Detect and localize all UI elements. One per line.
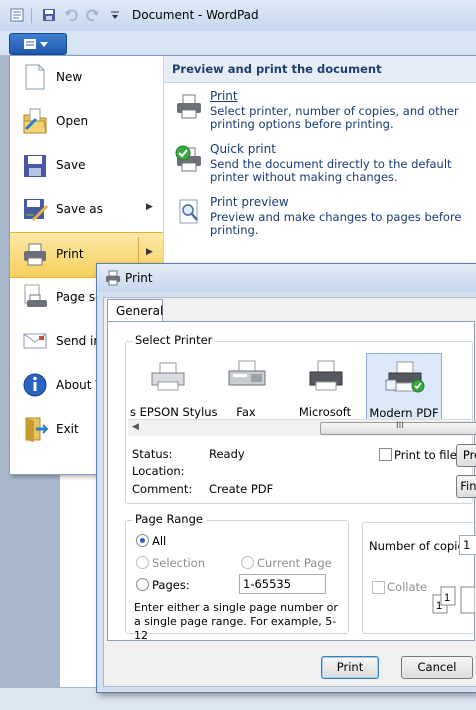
new-document-icon: [25, 64, 45, 90]
printer-list-scrollbar[interactable]: ◀ III: [128, 419, 476, 436]
printer-icon: [177, 94, 201, 119]
preferences-button[interactable]: Pre: [456, 444, 476, 467]
default-printer-icon: [385, 361, 425, 393]
print-button[interactable]: Print: [321, 656, 379, 679]
window-title: Document - WordPad: [132, 8, 259, 22]
menu-item-new[interactable]: New: [10, 56, 163, 100]
submenu-arrow-icon: ▶: [146, 202, 153, 212]
printer-fax[interactable]: Fax: [209, 353, 283, 421]
print-dialog: Print General Select Printer s EPSON Sty…: [96, 263, 476, 693]
printer-icon: [151, 362, 185, 391]
email-icon: [23, 333, 47, 349]
exit-icon: [25, 417, 48, 442]
printer-icon: [106, 270, 120, 286]
find-printer-button[interactable]: Fing: [456, 475, 476, 498]
menu-item-open[interactable]: Open: [10, 100, 163, 144]
page-range-hint: Enter either a single page number or a s…: [134, 601, 338, 642]
all-pages-radio[interactable]: [136, 534, 149, 547]
status-value: Ready: [209, 447, 245, 461]
pane-header: Preview and print the document: [164, 56, 476, 83]
dialog-title-bar[interactable]: Print: [97, 264, 476, 292]
svg-text:1: 1: [444, 592, 450, 604]
info-icon: [23, 373, 47, 397]
printer-epson[interactable]: s EPSON Stylus: [130, 353, 218, 421]
scrollbar-thumb[interactable]: III: [320, 421, 476, 435]
undo-icon[interactable]: [64, 8, 78, 22]
cancel-button[interactable]: Cancel: [401, 656, 473, 679]
current-page-radio[interactable]: [241, 556, 254, 569]
save-icon[interactable]: [42, 8, 56, 22]
selection-radio[interactable]: [136, 556, 149, 569]
printer-icon: [309, 360, 343, 391]
submenu-arrow-icon[interactable]: ▶: [146, 247, 153, 257]
select-printer-group: Select Printer s EPSON Stylus Fax Micros…: [125, 333, 476, 504]
print-to-file-checkbox[interactable]: [379, 448, 392, 461]
title-bar: Document - WordPad: [0, 0, 476, 32]
dialog-title: Print: [125, 271, 153, 285]
printer-microsoft[interactable]: Microsoft: [288, 353, 362, 421]
customize-qat-icon[interactable]: [108, 8, 122, 22]
menu-item-save-as[interactable]: Save as ▶: [10, 188, 163, 232]
tab-general[interactable]: General: [107, 299, 163, 323]
print-preview-option[interactable]: Print preview Preview and make changes t…: [164, 193, 476, 245]
pages-radio[interactable]: [136, 578, 149, 591]
qat-divider: [31, 8, 32, 23]
copies-input[interactable]: 1: [459, 535, 476, 555]
page-setup-icon: [24, 284, 47, 307]
comment-value: Create PDF: [209, 482, 274, 496]
fax-icon: [228, 360, 266, 386]
general-tab-panel: Select Printer s EPSON Stylus Fax Micros…: [107, 321, 476, 642]
scroll-left-icon[interactable]: ◀: [132, 422, 139, 432]
quick-print-icon: [175, 145, 201, 172]
printer-modern-pdf[interactable]: Modern PDF: [366, 353, 442, 423]
copies-group: Number of copies: 1 Collate 1 1: [362, 522, 476, 634]
redo-icon[interactable]: [86, 8, 100, 22]
pages-input[interactable]: 1-65535: [239, 574, 326, 594]
collate-pages-icon: 1 1: [432, 586, 475, 614]
printer-icon: [24, 243, 46, 266]
quick-print-option[interactable]: Quick print Send the document directly t…: [164, 140, 476, 192]
menu-item-save[interactable]: Save: [10, 144, 163, 188]
print-option[interactable]: Print Select printer, number of copies, …: [164, 87, 476, 139]
save-disk-icon: [24, 155, 46, 177]
print-preview-icon: [179, 199, 198, 224]
svg-text:1: 1: [436, 600, 442, 612]
app-menu-icon: [24, 39, 48, 49]
page-range-group: Page Range All Selection Current Page Pa…: [125, 512, 349, 642]
open-folder-icon: [23, 108, 47, 134]
collate-checkbox[interactable]: [372, 581, 385, 594]
save-as-icon: [24, 199, 48, 221]
wordpad-app-icon: [10, 8, 24, 22]
application-menu-button[interactable]: [9, 33, 67, 55]
ribbon-tab-strip: [0, 31, 476, 56]
